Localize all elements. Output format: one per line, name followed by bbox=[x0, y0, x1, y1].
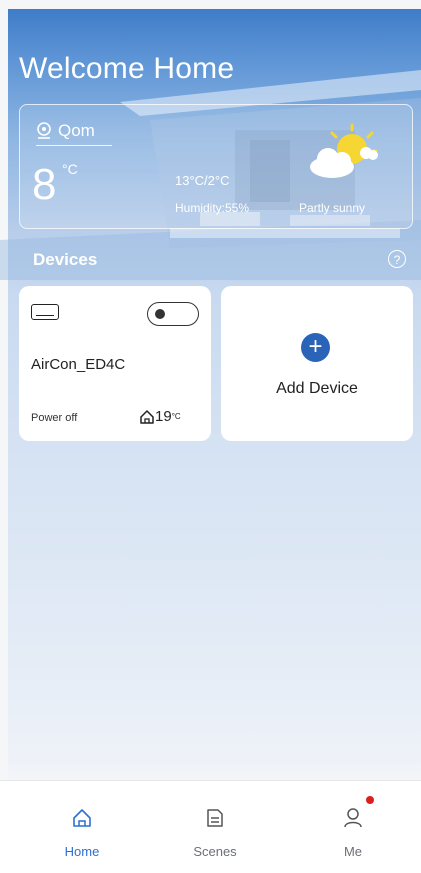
weather-condition: Partly sunny bbox=[299, 201, 366, 215]
notification-badge bbox=[366, 796, 374, 804]
temperature-range: 13°C/2°C bbox=[175, 173, 230, 188]
tab-home-label: Home bbox=[64, 844, 100, 859]
weather-card[interactable]: Qom 8 °C 13°C/2°C Humidity:55% Partly su… bbox=[19, 104, 413, 229]
partly-sunny-icon bbox=[310, 123, 378, 178]
add-device-label: Add Device bbox=[276, 380, 358, 397]
home-icon bbox=[73, 809, 91, 827]
room-temp-unit: °C bbox=[171, 412, 181, 421]
tab-me-label: Me bbox=[343, 844, 363, 859]
tab-scenes-label: Scenes bbox=[193, 844, 237, 859]
tab-home[interactable]: Home bbox=[37, 807, 127, 859]
city-name: Qom bbox=[58, 121, 95, 140]
device-card-aircon[interactable]: AirCon_ED4C Power off 19 °C bbox=[19, 286, 211, 441]
tab-scenes[interactable]: Scenes bbox=[170, 807, 260, 859]
room-temperature: 19 °C bbox=[139, 408, 181, 425]
page-title: Welcome Home bbox=[19, 52, 235, 85]
app-screen: Welcome Home Qom 8 °C 13°C/2°C Humidity:… bbox=[0, 0, 421, 873]
devices-heading: Devices bbox=[33, 250, 98, 269]
user-icon bbox=[344, 808, 362, 828]
aircon-icon bbox=[31, 304, 59, 320]
bottom-tab-bar: Home Scenes Me bbox=[0, 780, 421, 873]
plus-icon[interactable]: + bbox=[301, 333, 330, 362]
device-status: Power off bbox=[31, 412, 78, 424]
add-device-card[interactable]: + Add Device bbox=[221, 286, 413, 441]
current-temperature: 8 bbox=[32, 160, 57, 209]
device-name: AirCon_ED4C bbox=[31, 356, 126, 373]
temperature-unit: °C bbox=[62, 161, 78, 177]
power-toggle[interactable] bbox=[147, 302, 199, 326]
home-temp-icon bbox=[140, 409, 154, 424]
location-pin-icon bbox=[37, 122, 51, 139]
help-icon[interactable]: ? bbox=[388, 250, 406, 268]
scenes-icon bbox=[207, 809, 223, 827]
status-bar-area bbox=[0, 0, 421, 9]
room-temp-value: 19 bbox=[155, 408, 172, 425]
location[interactable]: Qom bbox=[36, 121, 112, 146]
tab-me[interactable]: Me bbox=[308, 796, 398, 859]
humidity: Humidity:55% bbox=[175, 201, 250, 215]
